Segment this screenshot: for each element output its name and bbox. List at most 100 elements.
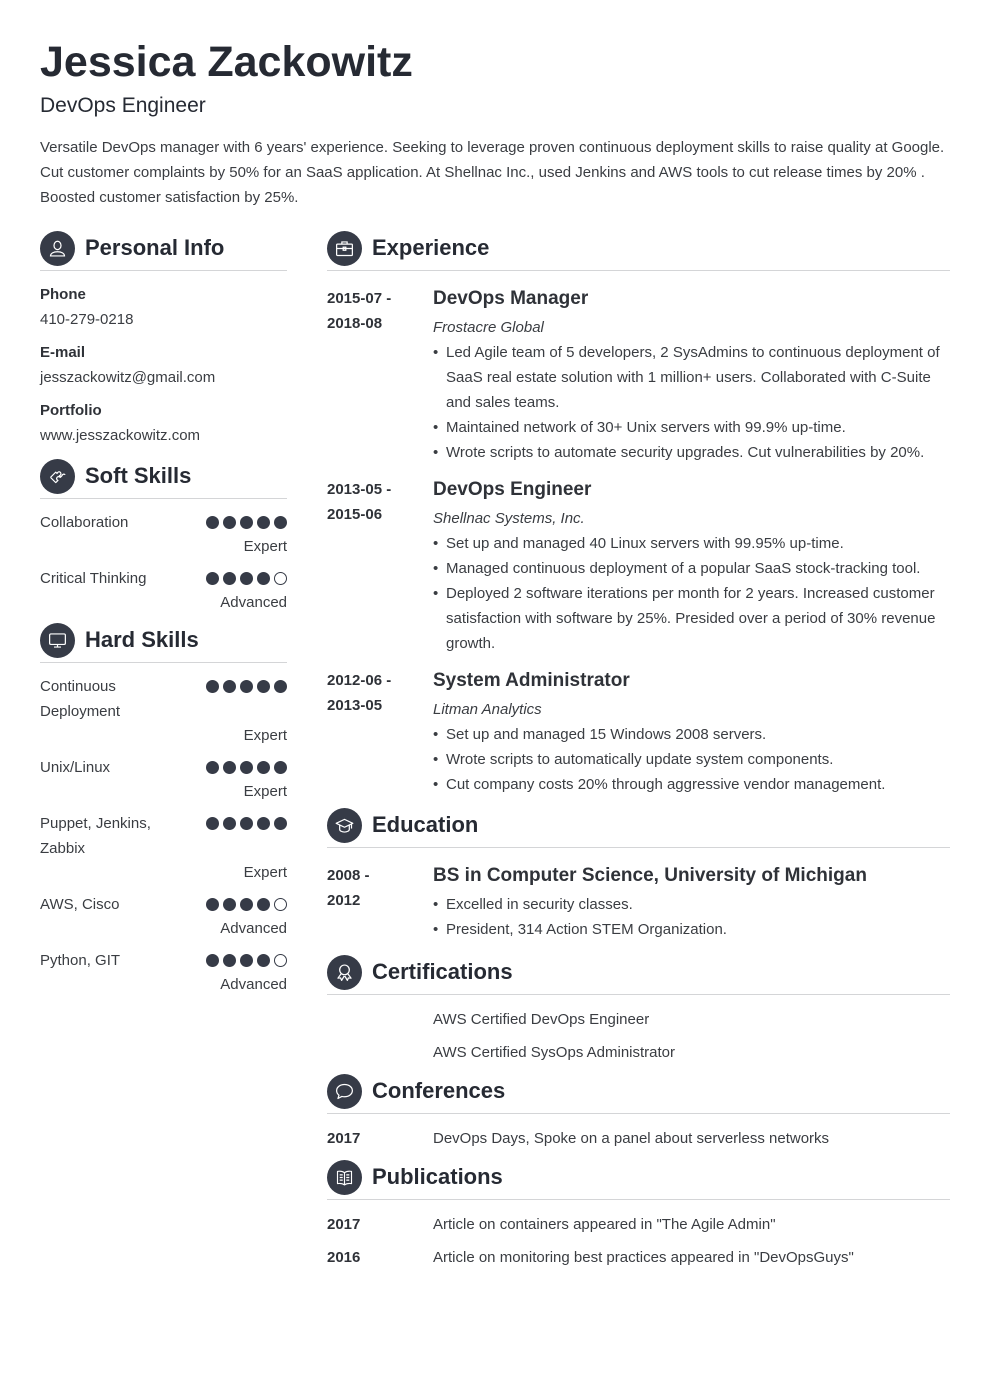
date-end: 2013-05 <box>327 697 383 714</box>
email-value: jesszackowitz@gmail.com <box>40 369 216 386</box>
section-header: Personal Info <box>40 230 287 271</box>
field-label: E-mail <box>40 344 86 361</box>
skill-rating <box>206 516 287 529</box>
item-year: 2017 <box>327 1216 361 1233</box>
entry-company: Frostacre Global <box>433 319 544 336</box>
filled-dot-icon <box>274 761 287 774</box>
candidate-name: Jessica Zackowitz <box>40 38 413 86</box>
phone-value: 410-279-0218 <box>40 311 134 328</box>
skill-rating <box>206 572 287 585</box>
skill-level: Expert <box>243 783 287 800</box>
section-header: Conferences <box>327 1073 950 1114</box>
bullet-list: Set up and managed 15 Windows 2008 serve… <box>433 722 950 797</box>
puzzle-icon <box>40 459 75 494</box>
filled-dot-icon <box>257 680 270 693</box>
certification-item: AWS Certified DevOps Engineer <box>433 1011 650 1028</box>
filled-dot-icon <box>274 817 287 830</box>
bullet-item: Led Agile team of 5 developers, 2 SysAdm… <box>433 340 950 415</box>
conferences-section: Conferences 2017 DevOps Days, Spoke on a … <box>327 1073 950 1151</box>
entry-date: 2012-06 - 2013-05 <box>327 668 417 718</box>
filled-dot-icon <box>257 761 270 774</box>
filled-dot-icon <box>257 817 270 830</box>
filled-dot-icon <box>240 516 253 529</box>
soft-skills-list: Collaboration Expert Critical Thinking Adva… <box>40 499 287 614</box>
section-title: Experience <box>372 235 490 260</box>
award-ribbon-icon <box>327 955 362 990</box>
publication-item: 2017 Article on containers appeared in "T… <box>327 1212 950 1237</box>
section-title: Personal Info <box>85 235 225 260</box>
briefcase-icon <box>327 231 362 266</box>
skill-rating <box>206 680 287 693</box>
filled-dot-icon <box>223 954 236 967</box>
entry-date: 2013-05 - 2015-06 <box>327 477 417 527</box>
publications-list: 2017 Article on containers appeared in "T… <box>327 1200 950 1270</box>
filled-dot-icon <box>223 817 236 830</box>
skill-name: AWS, Cisco <box>40 896 120 913</box>
filled-dot-icon <box>206 572 219 585</box>
experience-list: 2015-07 - 2018-08 DevOps Manager Frostacre … <box>327 271 950 797</box>
entry-date: 2015-07 - 2018-08 <box>327 286 417 336</box>
item-text: DevOps Days, Spoke on a panel about serv… <box>433 1130 830 1147</box>
skill-name: Puppet, Jenkins, Zabbix <box>40 815 151 857</box>
skill-item: AWS, Cisco Advanced <box>40 892 287 940</box>
date-end: 2018-08 <box>327 315 383 332</box>
skill-item: Continuous Deployment Expert <box>40 674 287 747</box>
skill-name: Collaboration <box>40 514 129 531</box>
publication-item: 2016 Article on monitoring best practices… <box>327 1245 950 1270</box>
filled-dot-icon <box>223 761 236 774</box>
filled-dot-icon <box>223 680 236 693</box>
bullet-item: Set up and managed 40 Linux servers with… <box>433 531 950 556</box>
empty-dot-icon <box>274 898 287 911</box>
entry-title: BS in Computer Science, University of Mi… <box>433 865 867 886</box>
section-header: Hard Skills <box>40 622 287 663</box>
skill-level: Expert <box>243 538 287 555</box>
skill-level: Expert <box>243 864 287 881</box>
section-header: Certifications <box>327 954 950 995</box>
conferences-list: 2017 DevOps Days, Spoke on a panel about … <box>327 1114 950 1151</box>
education-section: Education 2008 - 2012 BS in Computer Scien… <box>327 807 950 942</box>
hard-skills-section: Hard Skills Continuous Deployment Expert U… <box>40 622 287 996</box>
skill-item: Collaboration Expert <box>40 510 287 558</box>
hard-skills-list: Continuous Deployment Expert Unix/Linux Exp… <box>40 663 287 996</box>
filled-dot-icon <box>240 572 253 585</box>
bullet-item: Managed continuous deployment of a popul… <box>433 556 950 581</box>
section-title: Publications <box>372 1164 503 1189</box>
filled-dot-icon <box>257 954 270 967</box>
monitor-icon <box>40 623 75 658</box>
date-start: 2015-07 - <box>327 290 392 307</box>
portfolio-value: www.jesszackowitz.com <box>40 427 201 444</box>
skill-name: Unix/Linux <box>40 759 111 776</box>
certification-item: AWS Certified SysOps Administrator <box>433 1044 676 1061</box>
skill-name: Critical Thinking <box>40 570 147 587</box>
date-start: 2013-05 - <box>327 481 392 498</box>
date-end: 2012 <box>327 892 361 909</box>
item-year: 2017 <box>327 1130 361 1147</box>
person-icon <box>40 231 75 266</box>
email-field: E-mail jesszackowitz@gmail.com <box>40 340 287 390</box>
bullet-list: Excelled in security classes.President, … <box>433 892 950 942</box>
left-column: Personal Info Phone 410-279-0218 E-mail … <box>40 230 287 1004</box>
personal-info-section: Personal Info Phone 410-279-0218 E-mail … <box>40 230 287 448</box>
date-start: 2012-06 - <box>327 672 392 689</box>
skill-rating <box>206 761 287 774</box>
portfolio-field: Portfolio www.jesszackowitz.com <box>40 398 287 448</box>
skill-item: Puppet, Jenkins, Zabbix Expert <box>40 811 287 884</box>
filled-dot-icon <box>206 680 219 693</box>
filled-dot-icon <box>206 954 219 967</box>
skill-level: Advanced <box>220 976 287 993</box>
publications-section: Publications 2017 Article on containers a… <box>327 1159 950 1270</box>
entry-item: 2013-05 - 2015-06 DevOps Engineer Shellnac … <box>327 477 950 656</box>
filled-dot-icon <box>206 898 219 911</box>
skill-level: Advanced <box>220 594 287 611</box>
filled-dot-icon <box>206 761 219 774</box>
bullet-item: Maintained network of 30+ Unix servers w… <box>433 415 950 440</box>
section-title: Hard Skills <box>85 627 199 652</box>
entry-date: 2008 - 2012 <box>327 863 417 913</box>
filled-dot-icon <box>257 572 270 585</box>
skill-level: Expert <box>243 727 287 744</box>
speech-bubble-icon <box>327 1074 362 1109</box>
bullet-item: Wrote scripts to automate security upgra… <box>433 440 950 465</box>
filled-dot-icon <box>240 954 253 967</box>
item-text: Article on monitoring best practices app… <box>433 1249 854 1266</box>
section-title: Soft Skills <box>85 463 192 488</box>
